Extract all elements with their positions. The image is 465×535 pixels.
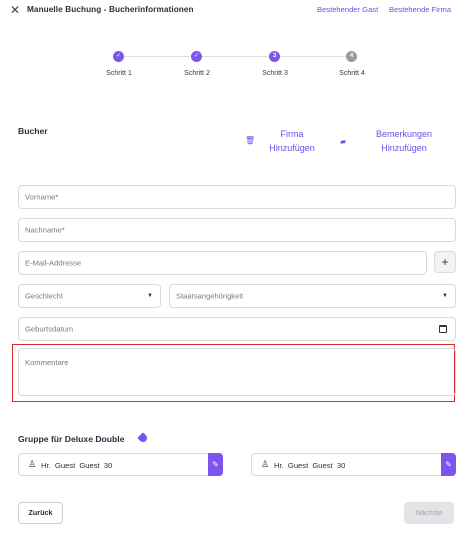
dialog-header: ✕ Manuelle Buchung - Bucherinformationen… xyxy=(0,0,465,22)
pencil-icon: ✎ xyxy=(445,460,452,469)
existing-guest-link[interactable]: Bestehender Gast xyxy=(317,5,378,14)
guest-card: ♙ Hr. Guest Guest 30 ✎ xyxy=(251,453,456,476)
add-company-label-line1: Firma xyxy=(280,129,304,139)
step-3-label: Schritt 3 xyxy=(262,70,288,77)
first-name-label: Vorname xyxy=(25,192,56,202)
first-name-field[interactable]: Vorname* xyxy=(18,185,456,209)
add-email-button[interactable]: + xyxy=(434,251,456,273)
required-mark: * xyxy=(55,192,59,202)
step-1-check-icon: ✓ xyxy=(113,51,124,62)
add-company-button[interactable]: Firma Hinzufügen xyxy=(262,127,322,155)
gender-placeholder: Geschlecht xyxy=(25,291,63,301)
person-icon: ♙ xyxy=(28,459,37,469)
step-4-marker: 4 xyxy=(346,51,357,62)
calendar-icon[interactable] xyxy=(439,325,447,333)
booker-section-title: Bucher xyxy=(18,126,48,136)
nationality-select[interactable]: Staatsangehörigkeit ▼ xyxy=(169,284,456,308)
birth-date-field[interactable]: Geburtsdatum xyxy=(18,317,456,341)
edit-guest-button[interactable]: ✎ xyxy=(208,453,223,476)
note-icon: ▰ xyxy=(340,137,347,146)
gender-select[interactable]: Geschlecht ▼ xyxy=(18,284,161,308)
step-1-label: Schritt 1 xyxy=(106,70,132,77)
last-name-field[interactable]: Nachname* xyxy=(18,218,456,242)
chevron-down-icon: ▼ xyxy=(442,293,448,299)
page-title: Manuelle Buchung - Bucherinformationen xyxy=(27,5,194,14)
step-connector xyxy=(124,56,190,57)
guest-name: Hr. Guest Guest 30 xyxy=(274,460,346,470)
back-button[interactable]: Zurück xyxy=(18,502,63,524)
last-name-placeholder: Nachname* xyxy=(25,226,65,235)
email-placeholder: E-Mail-Addresse xyxy=(25,258,82,268)
tag-icon xyxy=(137,432,149,444)
step-3-marker: 3 xyxy=(269,51,280,62)
step-2-check-icon: ✓ xyxy=(191,51,202,62)
add-notes-button[interactable]: Bemerkungen Hinzufügen xyxy=(366,127,442,155)
nationality-placeholder: Staatsangehörigkeit xyxy=(176,291,244,301)
pencil-icon: ✎ xyxy=(212,460,219,469)
birth-date-placeholder: Geburtsdatum xyxy=(25,324,74,334)
guest-name: Hr. Guest Guest 30 xyxy=(41,460,113,470)
step-connector xyxy=(280,56,346,57)
comments-placeholder: Kommentare xyxy=(25,358,69,367)
close-icon[interactable]: ✕ xyxy=(10,4,20,16)
group-title: Gruppe für Deluxe Double xyxy=(18,434,125,444)
step-4-label: Schritt 4 xyxy=(339,70,365,77)
add-notes-label-line1: Bemerkungen xyxy=(375,129,433,139)
add-company-label-line2: Hinzufügen xyxy=(269,143,315,153)
email-field[interactable]: E-Mail-Addresse xyxy=(18,251,427,275)
first-name-placeholder: Vorname* xyxy=(25,193,58,202)
plus-icon: + xyxy=(441,255,449,269)
last-name-label: Nachname xyxy=(25,225,62,235)
comments-field[interactable]: Kommentare xyxy=(18,348,456,396)
chevron-down-icon: ▼ xyxy=(147,293,153,299)
edit-guest-button[interactable]: ✎ xyxy=(441,453,456,476)
trash-icon: 🗑 xyxy=(245,136,256,145)
step-connector xyxy=(202,56,268,57)
step-2-label: Schritt 2 xyxy=(184,70,210,77)
person-icon: ♙ xyxy=(261,459,270,469)
add-notes-label-line2: Hinzufügen xyxy=(381,143,427,153)
next-button[interactable]: Nächste xyxy=(404,502,454,524)
existing-company-link[interactable]: Bestehende Firma xyxy=(389,5,451,14)
guest-card: ♙ Hr. Guest Guest 30 ✎ xyxy=(18,453,223,476)
required-mark: * xyxy=(61,225,65,235)
